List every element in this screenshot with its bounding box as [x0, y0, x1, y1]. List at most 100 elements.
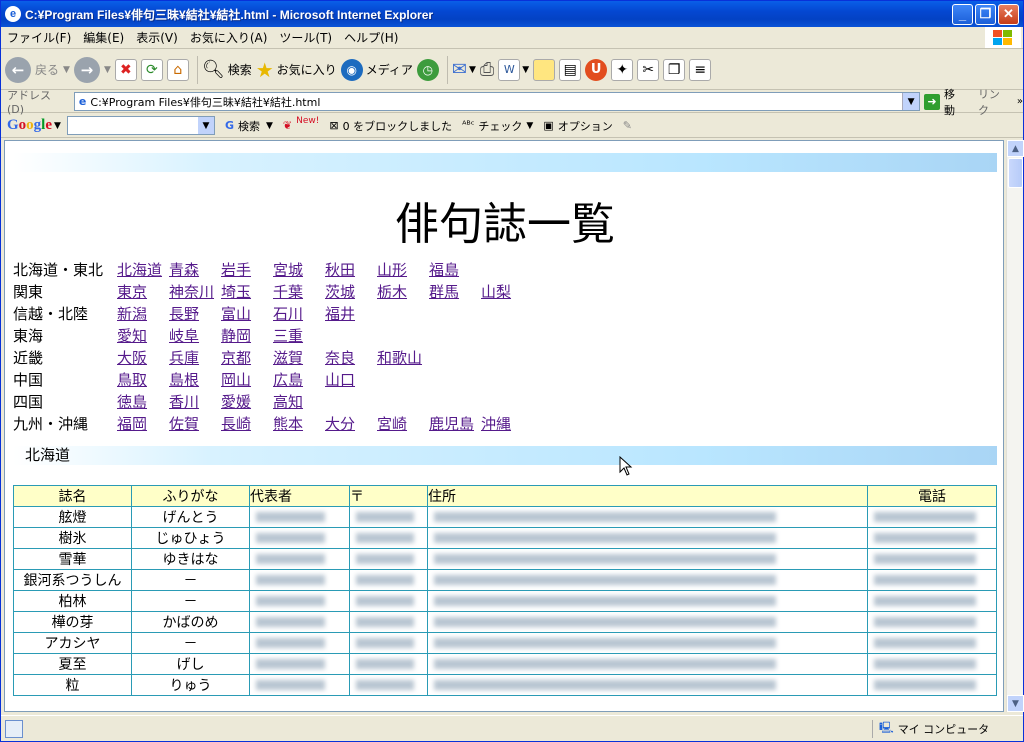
prefecture-link[interactable]: 愛媛 [221, 391, 273, 412]
prefecture-link[interactable]: 東京 [117, 281, 169, 302]
minimize-button[interactable]: _ [952, 3, 973, 25]
prefecture-link[interactable]: 山形 [377, 259, 429, 280]
prefecture-link[interactable]: 山梨 [481, 281, 533, 302]
google-menu-dropdown-icon[interactable]: ▼ [54, 121, 61, 131]
prefecture-link[interactable]: 北海道 [117, 259, 169, 280]
title-bar[interactable]: e C:¥Program Files¥俳句三昧¥結社¥結社.html - Mic… [1, 1, 1023, 27]
refresh-button[interactable]: ⟳ [140, 58, 163, 81]
menu-help[interactable]: ヘルプ(H) [338, 29, 404, 46]
addon-button[interactable]: U [585, 58, 608, 81]
google-logo[interactable]: Google [7, 117, 52, 134]
prefecture-link[interactable]: 香川 [169, 391, 221, 412]
vertical-scrollbar[interactable]: ▲ ▼ [1006, 140, 1024, 712]
prefecture-link[interactable]: 島根 [169, 369, 221, 390]
prefecture-link[interactable]: 千葉 [273, 281, 325, 302]
menu-tools[interactable]: ツール(T) [273, 29, 338, 46]
prefecture-link[interactable]: 大分 [325, 413, 377, 434]
back-button[interactable]: ← 戻る ▼ [5, 56, 70, 83]
prefecture-link[interactable]: 静岡 [221, 325, 273, 346]
tool-button-3[interactable]: ❐ [663, 58, 686, 81]
prefecture-link[interactable]: 宮崎 [377, 413, 429, 434]
prefecture-link[interactable]: 福井 [325, 303, 377, 324]
tool-button-2[interactable]: ✂ [637, 58, 660, 81]
home-button[interactable]: ⌂ [166, 58, 189, 81]
forward-dropdown-icon[interactable]: ▼ [104, 65, 111, 75]
history-button[interactable]: ◷ [416, 58, 439, 81]
media-button[interactable]: ◉ メディア [340, 58, 413, 81]
stop-button[interactable]: ✖ [114, 58, 137, 81]
menu-view[interactable]: 表示(V) [130, 29, 184, 46]
mail-button[interactable]: ✉ ▼ [452, 59, 476, 80]
prefecture-link[interactable]: 岐阜 [169, 325, 221, 346]
prefecture-link[interactable]: 群馬 [429, 281, 481, 302]
prefecture-link[interactable]: 長崎 [221, 413, 273, 434]
prefecture-link[interactable]: 京都 [221, 347, 273, 368]
prefecture-link[interactable]: 神奈川 [169, 281, 221, 302]
prefecture-link[interactable]: 福島 [429, 259, 481, 280]
tool-button-1[interactable]: ✦ [611, 58, 634, 81]
go-button[interactable]: ➜ 移動 [924, 86, 966, 118]
prefecture-link[interactable]: 新潟 [117, 303, 169, 324]
menu-favorites[interactable]: お気に入り(A) [184, 29, 274, 46]
tool-button-4[interactable]: ≡ [689, 58, 712, 81]
prefecture-link[interactable]: 岡山 [221, 369, 273, 390]
highlight-button[interactable]: ✎ [623, 119, 636, 132]
chevron-right-icon[interactable]: » [1017, 96, 1023, 107]
prefecture-link[interactable]: 茨城 [325, 281, 377, 302]
research-button[interactable]: ▤ [559, 58, 582, 81]
prefecture-link[interactable]: 大阪 [117, 347, 169, 368]
prefecture-link[interactable]: 和歌山 [377, 347, 429, 368]
copy-icon: ❐ [663, 58, 686, 81]
google-search-input[interactable]: ▼ [66, 116, 215, 135]
edit-button[interactable]: W ▼ [498, 58, 529, 81]
popup-blocker-button[interactable]: ⊠ 0 をブロックしました [329, 118, 452, 134]
prefecture-link[interactable]: 高知 [273, 391, 325, 412]
prefecture-link[interactable]: 埼玉 [221, 281, 273, 302]
prefecture-link[interactable]: 福岡 [117, 413, 169, 434]
prefecture-link[interactable]: 広島 [273, 369, 325, 390]
favorites-button[interactable]: ★ お気に入り [256, 58, 337, 82]
print-button[interactable]: ⎙ [480, 59, 494, 80]
prefecture-link[interactable]: 兵庫 [169, 347, 221, 368]
menu-edit[interactable]: 編集(E) [77, 29, 130, 46]
prefecture-link[interactable]: 滋賀 [273, 347, 325, 368]
menu-file[interactable]: ファイル(F) [1, 29, 77, 46]
prefecture-link[interactable]: 奈良 [325, 347, 377, 368]
google-search-dropdown-icon[interactable]: ▼ [197, 117, 214, 134]
prefecture-link[interactable]: 富山 [221, 303, 273, 324]
prefecture-link[interactable]: 三重 [273, 325, 325, 346]
prefecture-link[interactable]: 秋田 [325, 259, 377, 280]
google-news-button[interactable]: ❦ New! [283, 116, 319, 133]
links-button[interactable]: リンク [978, 86, 1011, 118]
prefecture-link[interactable]: 愛知 [117, 325, 169, 346]
scroll-down-arrow-icon[interactable]: ▼ [1007, 695, 1024, 712]
prefecture-link[interactable]: 熊本 [273, 413, 325, 434]
address-input[interactable]: e C:¥Program Files¥俳句三昧¥結社¥結社.html ▼ [73, 92, 921, 111]
prefecture-link[interactable]: 鹿児島 [429, 413, 481, 434]
prefecture-link[interactable]: 沖縄 [481, 413, 533, 434]
table-row: 夏至 げし [13, 653, 997, 675]
prefecture-link[interactable]: 宮城 [273, 259, 325, 280]
scroll-up-arrow-icon[interactable]: ▲ [1007, 140, 1024, 157]
forward-button[interactable]: → ▼ [73, 56, 111, 83]
options-button[interactable]: ▣ オプション [543, 118, 612, 134]
prefecture-link[interactable]: 岩手 [221, 259, 273, 280]
close-button[interactable]: ✕ [998, 3, 1019, 25]
prefecture-link[interactable]: 佐賀 [169, 413, 221, 434]
page-viewport[interactable]: 俳句誌一覧 北海道・東北 北海道 青森 岩手 宮城 秋田 山形 福島 関東 東京 神奈川 埼玉 千葉 茨城… [4, 140, 1004, 712]
restore-button[interactable]: ❐ [975, 3, 996, 25]
prefecture-link[interactable]: 鳥取 [117, 369, 169, 390]
prefecture-link[interactable]: 山口 [325, 369, 377, 390]
prefecture-link[interactable]: 石川 [273, 303, 325, 324]
scroll-thumb[interactable] [1008, 158, 1023, 188]
google-search-button[interactable]: G 検索 ▼ [225, 118, 273, 134]
prefecture-link[interactable]: 長野 [169, 303, 221, 324]
search-button[interactable]: 🔍︎ 検索 [202, 59, 252, 80]
back-dropdown-icon[interactable]: ▼ [63, 65, 70, 75]
prefecture-link[interactable]: 徳島 [117, 391, 169, 412]
prefecture-link[interactable]: 青森 [169, 259, 221, 280]
address-dropdown-icon[interactable]: ▼ [902, 93, 920, 110]
spell-check-button[interactable]: ᴬᴮᶜ チェック ▼ [462, 118, 533, 134]
note-button[interactable] [533, 58, 556, 81]
prefecture-link[interactable]: 栃木 [377, 281, 429, 302]
